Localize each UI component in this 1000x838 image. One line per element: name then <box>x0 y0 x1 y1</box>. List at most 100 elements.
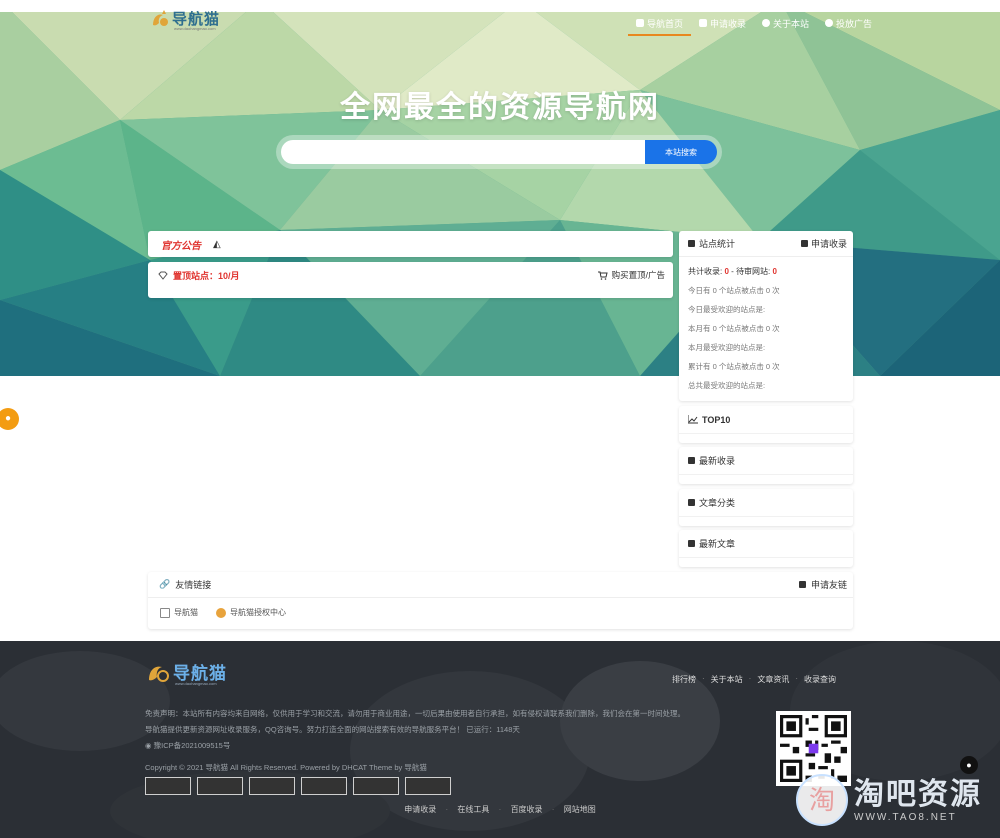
site-stats-card: 站点统计 申请收录 共计收录: 0 - 待审网站: 0 今日有 0 个站点被点击… <box>679 231 853 401</box>
footer-logo[interactable]: 导航猫 www.daohangmao.com <box>145 659 227 686</box>
widget-title: 最新收录 <box>688 454 735 467</box>
watermark-text: 淘吧资源 WWW.TAO8.NET <box>854 778 982 823</box>
bookmark-icon <box>688 240 695 247</box>
stats-row: 今日有 0 个站点被点击 0 次 <box>688 286 780 295</box>
notification-bell-icon[interactable]: ● <box>960 756 978 774</box>
buy-ad-text: 购买置顶/广告 <box>611 270 665 280</box>
folder-icon <box>688 499 695 506</box>
icp-line[interactable]: ◉ 豫ICP备2021009515号 <box>145 738 710 754</box>
widget-label: 最新收录 <box>699 456 736 466</box>
separator: · <box>702 674 705 683</box>
total-label: 共计收录: <box>688 267 723 276</box>
pending-label: 待审网站: <box>736 267 771 276</box>
stats-body: 共计收录: 0 - 待审网站: 0 今日有 0 个站点被点击 0 次 今日最受欢… <box>679 257 853 400</box>
footer-bottom-link[interactable]: 网站地图 <box>564 805 596 814</box>
apply-link-text: 申请友链 <box>810 580 847 590</box>
icp-text: 豫ICP备2021009515号 <box>153 741 231 750</box>
nav-about[interactable]: 关于本站 <box>754 12 817 34</box>
ad-slot-card: 置顶站点：10/月 购买置顶/广告 <box>148 262 673 298</box>
favicon-icon <box>160 607 170 618</box>
friend-links-list: 导航猫 导航猫授权中心 <box>148 598 853 627</box>
page: 导航猫 www.daohangmao.com 导航首页 申请收录 关于本站 投放… <box>0 0 1000 838</box>
widget-label: TOP10 <box>702 414 731 425</box>
home-icon <box>636 19 644 27</box>
stats-title: 站点统计 <box>688 237 735 250</box>
friend-links-card: 🔗 友情链接 申请友链 导航猫 导航猫授权中心 <box>148 572 853 629</box>
stats-row: 本月最受欢迎的站点是: <box>688 343 766 352</box>
footer-nav-link[interactable]: 收录查询 <box>804 674 836 685</box>
nav-apply[interactable]: 申请收录 <box>691 12 754 34</box>
footer-badges <box>145 777 451 795</box>
badge-image[interactable] <box>197 777 243 795</box>
info-icon <box>762 19 771 27</box>
nav-label: 导航首页 <box>647 18 684 29</box>
search-input[interactable] <box>281 140 645 164</box>
widget-label: 最新文章 <box>699 539 736 549</box>
widget-latest-articles[interactable]: 最新文章 <box>679 530 853 567</box>
friend-links-title-text: 友情链接 <box>175 580 212 590</box>
logo-subtext: www.daohangmao.com <box>174 26 216 31</box>
friend-link-text: 导航猫授权中心 <box>230 608 286 617</box>
footer-bottom-link[interactable]: 百度收录 <box>511 805 543 814</box>
megaphone-icon: ◭ <box>213 238 221 250</box>
site-logo[interactable]: 导航猫 www.daohangmao.com <box>150 8 220 31</box>
apply-link-button[interactable]: 申请友链 <box>798 578 847 591</box>
footer-bottom-link[interactable]: 在线工具 <box>457 805 489 814</box>
friend-link-text: 导航猫 <box>174 608 198 617</box>
widget-label: 文章分类 <box>699 498 736 508</box>
stats-row: 今日最受欢迎的站点是: <box>688 305 766 314</box>
pending-value: 0 <box>772 267 777 276</box>
pin-price: 置顶站点：10/月 <box>158 269 240 282</box>
stats-header: 站点统计 申请收录 <box>679 231 853 257</box>
nav-label: 关于本站 <box>773 18 810 29</box>
friend-link[interactable]: 导航猫 <box>160 607 198 618</box>
widget-header: 最新文章 <box>679 530 853 558</box>
plus-square-icon <box>699 19 708 27</box>
pen-icon <box>688 540 695 547</box>
badge-image[interactable] <box>405 777 451 795</box>
circle-icon <box>825 19 834 27</box>
shield-icon: ◉ <box>145 741 152 750</box>
total-value: 0 <box>724 267 729 276</box>
nav-ads[interactable]: 投放广告 <box>817 12 880 34</box>
footer-nav-link[interactable]: 文章资讯 <box>757 674 789 685</box>
widget-title: TOP10 <box>688 415 730 425</box>
stats-apply-link[interactable]: 申请收录 <box>800 237 847 250</box>
nav-label: 申请收录 <box>710 18 747 29</box>
nav-label: 投放广告 <box>836 18 873 29</box>
friend-links-title: 🔗 友情链接 <box>159 578 211 591</box>
buy-ad-link[interactable]: 购买置顶/广告 <box>597 269 665 281</box>
floating-help-button[interactable]: ● <box>0 408 19 430</box>
top-nav: 导航首页 申请收录 关于本站 投放广告 <box>628 12 880 36</box>
footer-nav-link[interactable]: 关于本站 <box>711 674 743 685</box>
watermark-url: WWW.TAO8.NET <box>854 811 957 823</box>
copyright: Copyright © 2021 导航猫 All Rights Reserved… <box>145 763 427 772</box>
stats-apply-text: 申请收录 <box>810 239 847 249</box>
friend-links-header: 🔗 友情链接 申请友链 <box>148 572 853 598</box>
badge-image[interactable] <box>249 777 295 795</box>
pin-price-text: 置顶站点：10/月 <box>173 271 240 281</box>
book-icon <box>688 457 695 464</box>
stats-title-text: 站点统计 <box>699 239 736 249</box>
widget-header: TOP10 <box>679 406 853 434</box>
badge-image[interactable] <box>353 777 399 795</box>
widget-top10[interactable]: TOP10 <box>679 406 853 443</box>
widget-title: 最新文章 <box>688 537 735 550</box>
search-button[interactable]: 本站搜索 <box>645 140 717 164</box>
badge-image[interactable] <box>145 777 191 795</box>
link-icon: 🔗 <box>159 579 171 589</box>
footer-bottom-link[interactable]: 申请收录 <box>404 805 436 814</box>
stats-row: 累计有 0 个站点被点击 0 次 <box>688 362 780 371</box>
footer-nav-link[interactable]: 排行榜 <box>672 674 696 685</box>
badge-image[interactable] <box>301 777 347 795</box>
friend-link[interactable]: 导航猫授权中心 <box>216 607 286 618</box>
nav-home[interactable]: 导航首页 <box>628 12 692 36</box>
hero-title: 全网最全的资源导航网 <box>340 91 660 124</box>
widget-latest-sites[interactable]: 最新收录 <box>679 447 853 484</box>
widget-title: 文章分类 <box>688 496 735 509</box>
qr-code-image <box>780 715 847 782</box>
widget-header: 文章分类 <box>679 489 853 517</box>
disclaimer-line: 免责声明：本站所有内容均来自网络，仅供用于学习和交流，请勿用于商业用途，一切后果… <box>145 709 685 718</box>
widget-article-categories[interactable]: 文章分类 <box>679 489 853 526</box>
separator: · <box>551 805 555 814</box>
